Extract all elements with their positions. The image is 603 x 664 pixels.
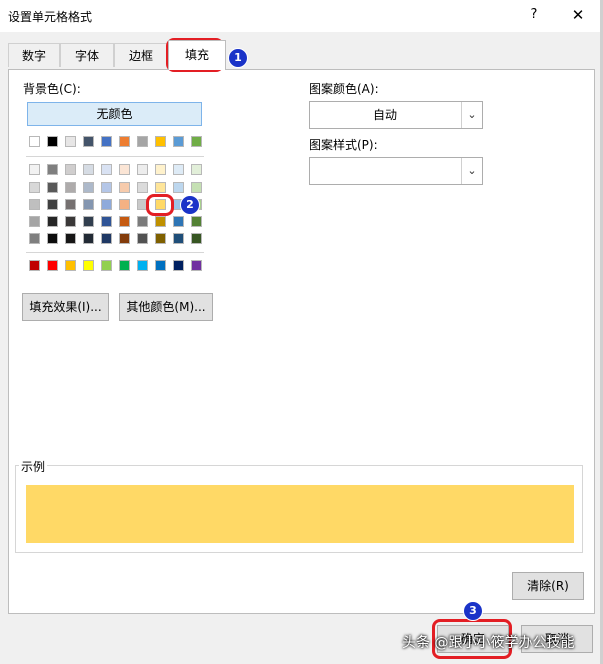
theme-shade-swatch[interactable]: [191, 216, 202, 227]
watermark-text: 头条 @跟小小筱学办公技能: [402, 635, 575, 651]
theme-shade-swatch[interactable]: [65, 199, 76, 210]
tab-font[interactable]: 字体: [60, 43, 114, 67]
theme-color-swatch[interactable]: [65, 136, 76, 147]
theme-color-swatch[interactable]: [155, 136, 166, 147]
theme-shade-swatch[interactable]: [155, 216, 166, 227]
theme-shade-swatch[interactable]: [83, 182, 94, 193]
standard-color-swatch[interactable]: [137, 260, 148, 271]
theme-shade-swatch[interactable]: [119, 216, 130, 227]
standard-color-swatch[interactable]: [119, 260, 130, 271]
pattern-color-label: 图案颜色(A):: [309, 82, 379, 96]
theme-shade-swatch[interactable]: [65, 233, 76, 244]
theme-shade-swatch[interactable]: [101, 216, 112, 227]
dialog-title: 设置单元格格式: [8, 10, 93, 24]
step-1-badge: 1: [228, 48, 248, 68]
theme-shade-swatch[interactable]: [47, 199, 58, 210]
clear-button[interactable]: 清除(R): [512, 572, 584, 600]
chevron-down-icon[interactable]: ⌄: [461, 158, 482, 184]
close-button[interactable]: ✕: [566, 5, 590, 25]
theme-shade-swatch[interactable]: [83, 216, 94, 227]
theme-color-swatch[interactable]: [119, 136, 130, 147]
help-button[interactable]: ?: [524, 5, 544, 25]
annotation-highlight-swatch: [146, 194, 174, 216]
theme-color-swatch[interactable]: [173, 136, 184, 147]
theme-color-swatch[interactable]: [83, 136, 94, 147]
theme-shade-swatch[interactable]: [173, 216, 184, 227]
standard-color-swatch[interactable]: [29, 260, 40, 271]
theme-shade-swatch[interactable]: [47, 182, 58, 193]
theme-shade-swatch[interactable]: [29, 216, 40, 227]
sample-preview: [26, 485, 574, 543]
theme-shade-swatch[interactable]: [83, 199, 94, 210]
theme-shade-swatch[interactable]: [119, 233, 130, 244]
pattern-color-select[interactable]: 自动 ⌄: [309, 101, 483, 129]
theme-shade-swatch[interactable]: [191, 233, 202, 244]
theme-shade-swatch[interactable]: [83, 164, 94, 175]
theme-shade-swatch[interactable]: [119, 164, 130, 175]
theme-color-swatch[interactable]: [29, 136, 40, 147]
theme-shade-swatch[interactable]: [83, 233, 94, 244]
theme-shade-swatch[interactable]: [47, 233, 58, 244]
theme-color-swatch[interactable]: [47, 136, 58, 147]
pattern-style-select[interactable]: ⌄: [309, 157, 483, 185]
theme-shade-swatch[interactable]: [137, 233, 148, 244]
theme-shade-swatch[interactable]: [65, 182, 76, 193]
fill-effects-button[interactable]: 填充效果(I)...: [22, 293, 109, 321]
theme-shade-swatch[interactable]: [47, 164, 58, 175]
palette-separator: [26, 252, 204, 253]
theme-shade-swatch[interactable]: [101, 233, 112, 244]
theme-shade-swatch[interactable]: [137, 182, 148, 193]
theme-shade-swatch[interactable]: [65, 164, 76, 175]
theme-shade-swatch[interactable]: [29, 164, 40, 175]
standard-color-swatch[interactable]: [47, 260, 58, 271]
theme-shade-swatch[interactable]: [119, 182, 130, 193]
theme-shade-swatch[interactable]: [173, 182, 184, 193]
standard-color-swatch[interactable]: [173, 260, 184, 271]
step-2-badge: 2: [180, 195, 200, 215]
theme-shade-swatch[interactable]: [65, 216, 76, 227]
theme-shade-swatch[interactable]: [173, 233, 184, 244]
standard-color-swatch[interactable]: [101, 260, 112, 271]
theme-shade-swatch[interactable]: [155, 182, 166, 193]
theme-shade-swatch[interactable]: [101, 199, 112, 210]
standard-color-swatch[interactable]: [191, 260, 202, 271]
theme-shade-swatch[interactable]: [155, 233, 166, 244]
theme-shade-swatch[interactable]: [191, 182, 202, 193]
theme-color-swatch[interactable]: [137, 136, 148, 147]
no-color-button[interactable]: 无颜色: [27, 102, 202, 126]
theme-shade-swatch[interactable]: [29, 233, 40, 244]
standard-color-swatch[interactable]: [83, 260, 94, 271]
theme-shade-swatch[interactable]: [47, 216, 58, 227]
theme-shade-swatch[interactable]: [191, 164, 202, 175]
theme-shade-swatch[interactable]: [101, 182, 112, 193]
title-bar: 设置单元格格式 ? ✕: [0, 0, 603, 32]
chevron-down-icon[interactable]: ⌄: [461, 102, 482, 128]
theme-shade-swatch[interactable]: [137, 216, 148, 227]
step-3-badge: 3: [463, 601, 483, 621]
standard-color-swatch[interactable]: [65, 260, 76, 271]
theme-shade-swatch[interactable]: [29, 199, 40, 210]
tab-border[interactable]: 边框: [114, 43, 168, 67]
pattern-style-label: 图案样式(P):: [309, 138, 378, 152]
tab-number[interactable]: 数字: [8, 43, 60, 67]
pattern-style-value: [310, 158, 460, 184]
theme-shade-swatch[interactable]: [155, 164, 166, 175]
theme-shade-swatch[interactable]: [173, 164, 184, 175]
pattern-color-value: 自动: [372, 108, 397, 122]
palette-separator: [26, 156, 204, 157]
theme-shade-swatch[interactable]: [101, 164, 112, 175]
theme-shade-swatch[interactable]: [137, 164, 148, 175]
sample-label: 示例: [19, 458, 48, 475]
more-colors-button[interactable]: 其他颜色(M)...: [119, 293, 213, 321]
theme-color-swatch[interactable]: [191, 136, 202, 147]
theme-color-swatch[interactable]: [101, 136, 112, 147]
background-color-label: 背景色(C):: [23, 82, 81, 96]
standard-color-swatch[interactable]: [155, 260, 166, 271]
theme-shade-swatch[interactable]: [119, 199, 130, 210]
tab-fill[interactable]: 填充: [168, 40, 226, 70]
theme-shade-swatch[interactable]: [29, 182, 40, 193]
